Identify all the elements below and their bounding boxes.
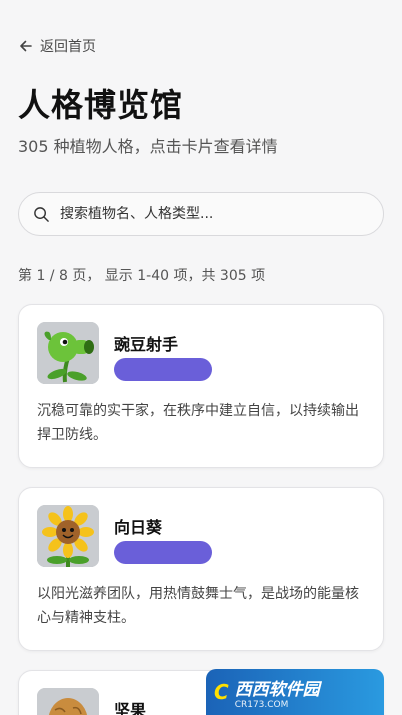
search-icon	[34, 206, 49, 222]
back-home-link[interactable]: 返回首页	[18, 36, 96, 56]
peashooter-icon	[37, 322, 99, 384]
plant-description: 沉稳可靠的实干家，在秩序中建立自信，以持续输出捍卫防线。	[37, 403, 359, 443]
personality-tag	[114, 541, 212, 564]
search-bar[interactable]	[18, 192, 384, 236]
plant-name: 豌豆射手	[114, 335, 179, 354]
search-input[interactable]	[60, 206, 360, 222]
plant-name: 向日葵	[114, 518, 163, 537]
plant-card-peashooter[interactable]: 豌豆射手 沉稳可靠的实干家，在秩序中建立自信，以持续输出捍卫防线。	[18, 304, 384, 468]
watermark-url: CR173.COM	[234, 699, 289, 710]
page-title: 人格博览馆	[18, 86, 184, 124]
pagination-summary: 第 1 / 8 页， 显示 1-40 项，共 305 项	[18, 268, 266, 284]
personality-tag	[114, 358, 212, 381]
plant-description: 以阳光滋养团队，用热情鼓舞士气，是战场的能量核心与精神支柱。	[37, 586, 359, 626]
page-subtitle: 305 种植物人格，点击卡片查看详情	[18, 137, 278, 156]
wallnut-icon	[37, 688, 99, 715]
plant-card-sunflower[interactable]: 向日葵 以阳光滋养团队，用热情鼓舞士气，是战场的能量核心与精神支柱。	[18, 487, 384, 651]
back-home-label: 返回首页	[40, 39, 96, 55]
watermark-emblem-icon: C	[214, 680, 229, 704]
watermark-brand: 西西软件园	[234, 679, 320, 700]
sunflower-icon	[37, 505, 99, 567]
watermark-logo: C 西西软件园 CR173.COM	[206, 669, 384, 715]
plant-name: 坚果	[114, 701, 147, 715]
arrow-left-icon	[20, 40, 32, 52]
